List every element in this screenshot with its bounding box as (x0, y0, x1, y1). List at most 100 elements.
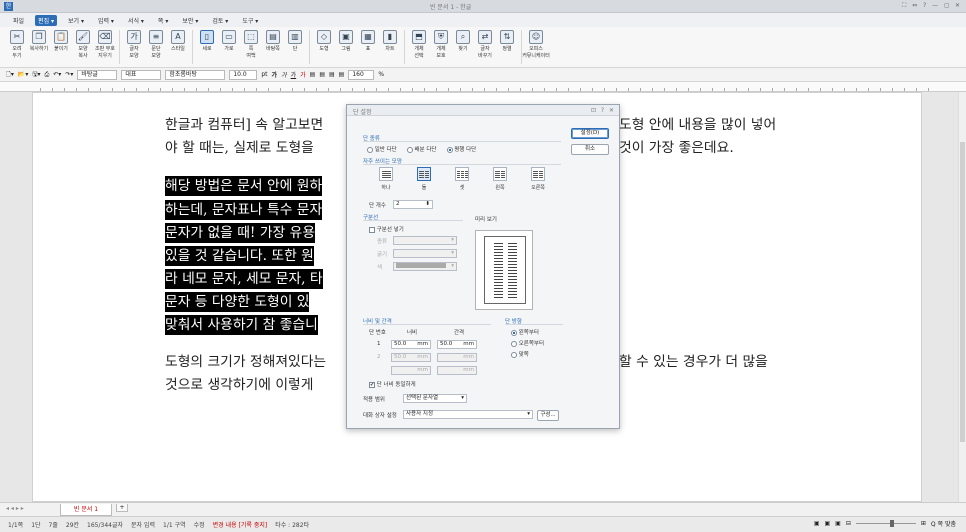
direction-radio[interactable]: 왼쪽부터 (511, 328, 544, 336)
equal-width-checkbox[interactable]: ✔ 단 너비 동일하게 (369, 380, 416, 388)
align-right-icon[interactable]: ▤ (329, 71, 335, 78)
cancel-button[interactable]: 취소 (571, 144, 609, 155)
apply-range-select[interactable]: 선택된 문자열 ▾ (403, 394, 467, 403)
ribbon-button[interactable]: ≡ 문단 모양 (145, 27, 167, 67)
ribbon-button[interactable]: ❐ 복사하기 (28, 27, 50, 67)
ribbon-button[interactable]: ▥ 단 (284, 27, 306, 67)
ribbon-button[interactable]: 가 글자 모양 (123, 27, 145, 67)
menu-item[interactable]: 파일 (10, 15, 27, 26)
document-text-line[interactable]: 문자가 없을 때! 가장 유용 (165, 223, 316, 243)
document-text-line[interactable]: 해당 방법은 문서 안에 원하 (165, 176, 323, 196)
separator-checkbox[interactable]: 구분선 넣기 (369, 225, 404, 233)
column-shape-2[interactable]: 둘 (412, 167, 436, 191)
tab-nav-icon[interactable]: ◂ ◂ ▸ ▸ (6, 505, 24, 512)
separator-color-select[interactable]: ▾ (393, 262, 457, 271)
align-justify-icon[interactable]: ▤ (339, 71, 345, 78)
radio-dot[interactable] (511, 340, 517, 347)
column-type-radio[interactable]: 배분 다단 (406, 145, 437, 153)
window-controls[interactable]: ⛶ ⇔ ? — ◻ ✕ (902, 2, 960, 10)
document-text-line[interactable]: 할 수 있는 경우가 더 많을 (619, 352, 768, 372)
column-shape-1[interactable]: 하나 (374, 167, 398, 191)
ribbon-button[interactable]: ▦ 표 (357, 27, 379, 67)
ribbon-button[interactable]: ⬚ 쪽 여백 (240, 27, 262, 67)
radio-dot[interactable] (406, 146, 413, 153)
fit-page-button[interactable]: Q 쪽 맞춤 (931, 519, 956, 528)
new-doc-icon[interactable]: 🗋▾ (6, 70, 14, 80)
ribbon-button[interactable]: ☺ 오피스 커뮤니케이터 (522, 27, 550, 67)
ribbon-button[interactable]: ⇅ 정렬 (496, 27, 518, 67)
ribbon-button[interactable]: ▭ 가로 (218, 27, 240, 67)
ribbon-button[interactable]: ⛨ 개체 보호 (430, 27, 452, 67)
document-text-line[interactable]: 야 할 때는, 실제로 도형을 (165, 138, 314, 158)
font-color-icon[interactable]: 가 (300, 70, 306, 79)
document-text-line[interactable]: 맞춰서 사용하기 참 좋습니 (165, 315, 318, 335)
document-text-line[interactable]: 라 네모 문자, 세모 문자, 타 (165, 269, 323, 289)
menu-item[interactable]: 보기 ▾ (65, 15, 87, 26)
ribbon-button[interactable]: ⌕ 찾기 (452, 27, 474, 67)
column-shape-3[interactable]: 셋 (450, 167, 474, 191)
ribbon-button[interactable]: ▯ 세로 (196, 27, 218, 67)
ribbon-button[interactable]: ▣ 그림 (335, 27, 357, 67)
menu-item[interactable]: 입력 ▾ (95, 15, 117, 26)
document-text-line[interactable]: 도형의 크기가 정해져있다는 (165, 352, 326, 372)
column-gap-input[interactable]: mm (437, 353, 477, 362)
radio-dot[interactable] (511, 329, 517, 336)
ribbon-button[interactable]: 🖌 모양 복사 (72, 27, 94, 67)
italic-icon[interactable]: 가 (281, 70, 287, 79)
horizontal-ruler[interactable] (0, 82, 966, 92)
document-text-line[interactable]: 것이 가장 좋은데요. (619, 138, 734, 158)
menu-item[interactable]: 서식 ▾ (125, 15, 147, 26)
document-text-line[interactable]: 하는데, 문자표나 특수 문자 (165, 200, 323, 220)
zoom-slider-knob[interactable] (889, 520, 894, 527)
ribbon-button[interactable]: 📋 붙이기 (50, 27, 72, 67)
menu-item[interactable]: 도구 ▾ (239, 15, 261, 26)
menu-item[interactable]: 보안 ▾ (179, 15, 201, 26)
separator-kind-select[interactable]: ▾ (393, 236, 457, 245)
column-type-radio[interactable]: 일반 다단 (367, 145, 397, 153)
ribbon-button[interactable]: ⬒ 개체 선택 (408, 27, 430, 67)
ribbon-button[interactable]: ⌫ 조판 부호 지우기 (94, 27, 116, 67)
document-text-line[interactable]: 문자 등 다양한 도형이 있 (165, 292, 310, 312)
column-type-radio[interactable]: 평행 다단 (446, 145, 476, 153)
font-size-input[interactable]: 10.0 (229, 69, 258, 80)
menu-item[interactable]: 쪽 ▾ (155, 15, 171, 26)
document-text-line[interactable]: 있을 것 같습니다. 또한 원 (165, 246, 314, 266)
font-select[interactable]: 함초롬바탕 (165, 69, 226, 80)
radio-dot[interactable] (446, 146, 453, 153)
zoom-in-icon[interactable]: ⊞ (921, 520, 926, 527)
bold-icon[interactable]: 가 (272, 70, 278, 79)
column-count-input[interactable]: 2 ⬍ (393, 200, 433, 209)
open-icon[interactable]: 📂▾ (18, 71, 28, 78)
column-width-input[interactable]: mm (391, 366, 431, 375)
status-item[interactable]: 변경 내용 [기록 중지] (213, 520, 268, 529)
ribbon-button[interactable]: ✂ 오려 두기 (6, 27, 28, 67)
direction-radio[interactable]: 맞쪽 (511, 350, 544, 358)
dialog-settings-select[interactable]: 사용자 지정 ▾ (403, 410, 533, 419)
dialog-titlebar[interactable]: 단 설정 ⊡ ? ✕ (347, 105, 619, 116)
document-text-line[interactable]: 한글과 컴퓨터] 속 알고보면 (165, 115, 323, 135)
vertical-scrollbar[interactable] (958, 92, 966, 502)
ribbon-button[interactable]: ▤ 바탕쪽 (262, 27, 284, 67)
redo-icon[interactable]: ↷▾ (65, 71, 73, 78)
ribbon-button[interactable]: ◇ 도형 (313, 27, 335, 67)
radio-dot[interactable] (367, 146, 373, 153)
align-left-icon[interactable]: ▤ (310, 71, 316, 78)
view-draft-icon[interactable]: ▣ (835, 520, 841, 527)
dialog-controls[interactable]: ⊡ ? ✕ (591, 107, 614, 114)
separator-width-select[interactable]: ▾ (393, 249, 457, 258)
view-web-icon[interactable]: ▣ (824, 520, 830, 527)
add-tab-button[interactable]: + (116, 504, 128, 512)
underline-icon[interactable]: 가 (291, 70, 297, 79)
ok-button[interactable]: 설정(D) (571, 128, 609, 139)
column-shape-5[interactable]: 오른쪽 (526, 167, 550, 191)
zoom-input[interactable]: 160 (348, 69, 375, 80)
lang-select[interactable]: 대표 (121, 69, 162, 80)
compose-button[interactable]: 구성... (537, 410, 559, 421)
column-gap-input[interactable]: mm (437, 366, 477, 375)
zoom-out-icon[interactable]: ⊟ (846, 520, 851, 527)
style-select[interactable]: 바탕글 (77, 69, 118, 80)
zoom-slider[interactable] (855, 520, 916, 527)
save-icon[interactable]: 🖫▾ (32, 70, 40, 80)
align-center-icon[interactable]: ▤ (319, 71, 325, 78)
undo-icon[interactable]: ↶▾ (53, 71, 61, 78)
